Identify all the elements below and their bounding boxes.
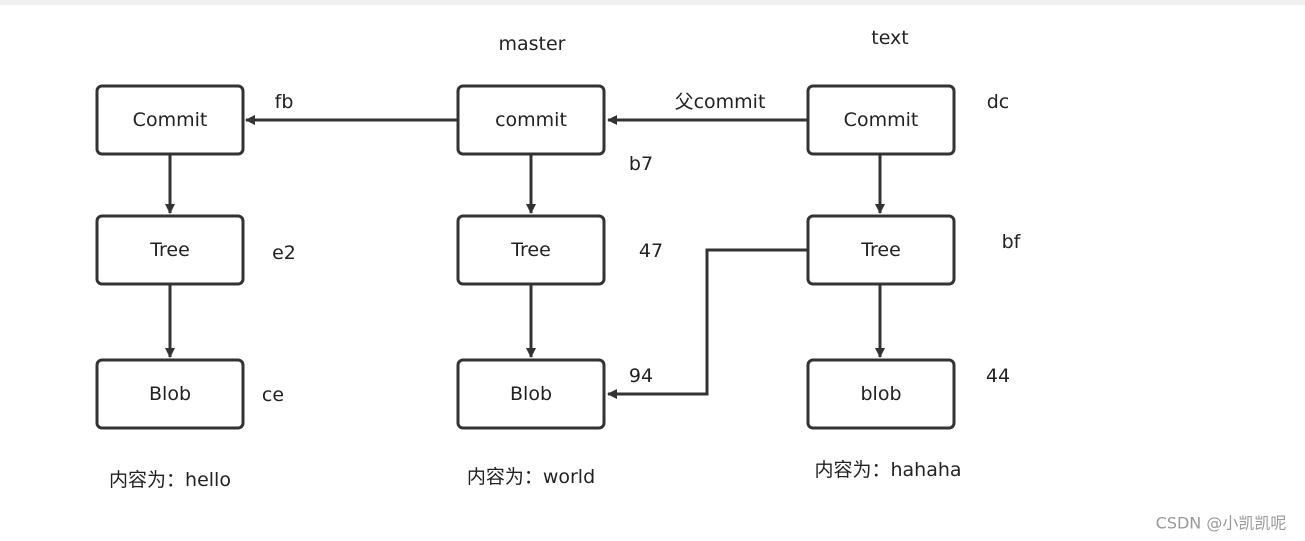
svg-text:Commit: Commit xyxy=(133,109,208,131)
node-commit-1: Commit xyxy=(95,84,245,156)
label-b7: b7 xyxy=(629,153,653,175)
svg-text:commit: commit xyxy=(495,109,567,131)
node-commit-2: commit xyxy=(456,84,606,156)
label-47: 47 xyxy=(639,240,663,262)
node-blob-2: Blob xyxy=(456,358,606,430)
node-tree-2: Tree xyxy=(456,214,606,286)
diagram-canvas: Commit Tree Blob commit Tree Blob Commit… xyxy=(0,0,1305,541)
node-commit-3: Commit xyxy=(806,84,956,156)
svg-text:Tree: Tree xyxy=(860,239,901,261)
label-bf: bf xyxy=(1002,231,1022,253)
node-tree-3: Tree xyxy=(806,214,956,286)
watermark: CSDN @小凯凯呢 xyxy=(1156,514,1287,533)
svg-text:Tree: Tree xyxy=(149,239,190,261)
svg-text:blob: blob xyxy=(860,383,901,405)
node-blob-3: blob xyxy=(806,358,956,430)
content-hello: 内容为：hello xyxy=(109,469,231,491)
label-fb: fb xyxy=(275,91,294,113)
svg-text:Blob: Blob xyxy=(149,383,191,405)
content-world: 内容为：world xyxy=(467,466,595,488)
label-e2: e2 xyxy=(272,242,296,264)
node-blob-1: Blob xyxy=(95,358,245,430)
node-tree-1: Tree xyxy=(95,214,245,286)
diagram-svg: Commit Tree Blob commit Tree Blob Commit… xyxy=(95,27,1287,533)
label-94: 94 xyxy=(629,365,653,387)
svg-text:Tree: Tree xyxy=(510,239,551,261)
label-text: text xyxy=(871,27,909,49)
content-hahaha: 内容为：hahaha xyxy=(814,459,961,481)
label-dc: dc xyxy=(987,91,1010,113)
label-master: master xyxy=(498,33,565,55)
svg-text:Commit: Commit xyxy=(844,109,919,131)
label-parent-commit: 父commit xyxy=(675,91,766,113)
label-44: 44 xyxy=(986,365,1010,387)
svg-text:Blob: Blob xyxy=(510,383,552,405)
label-ce: ce xyxy=(262,384,284,406)
